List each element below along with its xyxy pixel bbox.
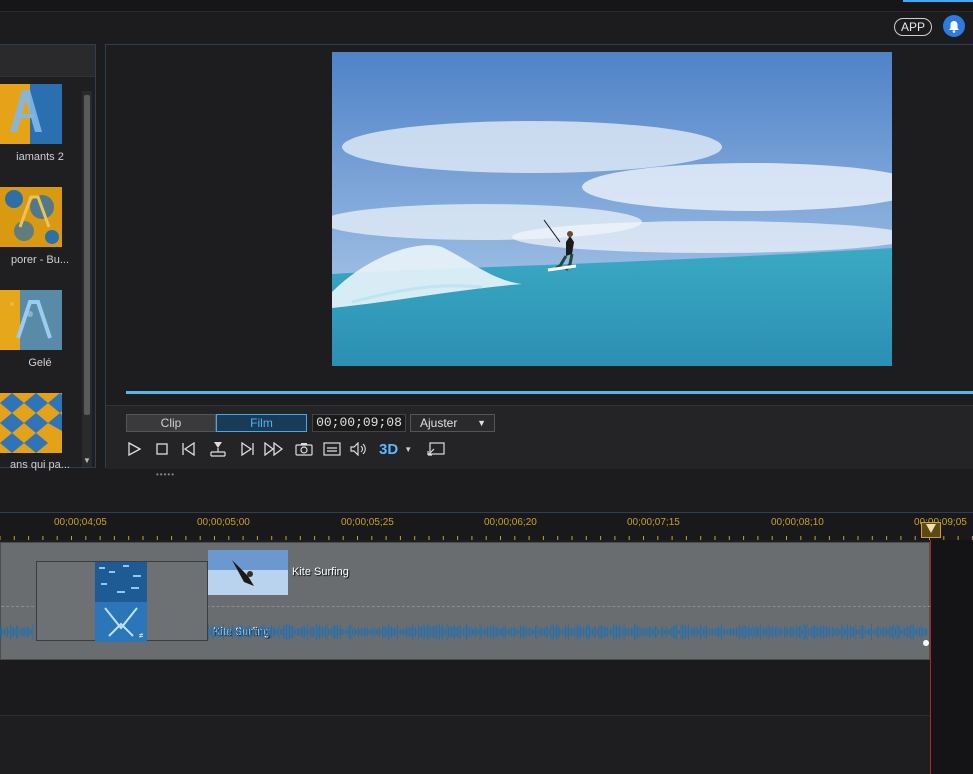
scroll-down-icon[interactable]: ▼	[83, 456, 91, 465]
video-preview	[332, 52, 892, 366]
video-clip-thumbnail[interactable]	[208, 550, 288, 595]
playback-controls: Clip Film 00;00;09;08 Ajuster ▼ 3D ▼	[106, 405, 973, 469]
panel-resize-handle[interactable]: •••••	[156, 470, 175, 479]
chevron-down-icon: ▼	[477, 418, 486, 428]
empty-track	[0, 660, 973, 716]
fast-forward-icon[interactable]	[263, 438, 285, 460]
library-thumb-1[interactable]	[0, 84, 62, 144]
ruler-tick-label: 00;00;08;10	[771, 517, 824, 528]
snapshot-icon[interactable]	[293, 438, 315, 460]
clip-end-handle[interactable]	[922, 639, 930, 647]
next-frame-icon[interactable]	[235, 438, 257, 460]
playhead-line	[930, 540, 931, 774]
library-item-label: ans qui pa...	[10, 459, 70, 471]
preview-panel: Clip Film 00;00;09;08 Ajuster ▼ 3D ▼	[105, 44, 973, 469]
app-button[interactable]: APP	[894, 18, 932, 36]
library-item-label: iamants 2	[16, 151, 64, 163]
video-clip-label: Kite Surfing	[292, 566, 349, 578]
play-icon[interactable]	[123, 438, 145, 460]
bell-icon[interactable]	[943, 15, 965, 37]
undock-icon[interactable]	[425, 438, 447, 460]
library-thumb-3[interactable]	[0, 290, 62, 350]
fit-dropdown-label: Ajuster	[420, 416, 458, 430]
library-panel: iamants 2 porer - Bu... Gelé ans qui pa.…	[0, 44, 96, 471]
3d-label: 3D	[379, 440, 399, 458]
ruler-tick-label: 00;00;06;20	[484, 517, 537, 528]
chevron-down-icon[interactable]: ▼	[404, 445, 412, 454]
fit-dropdown[interactable]: Ajuster ▼	[410, 414, 495, 432]
ruler-tick-label: 00;00;05;00	[197, 517, 250, 528]
library-item-label: Gelé	[28, 357, 52, 369]
subtitles-icon[interactable]	[321, 438, 343, 460]
ruler-tick-label: 00;00;07;15	[627, 517, 680, 528]
split-icon[interactable]	[207, 438, 229, 460]
ruler-tick-label: 00;00;05;25	[341, 517, 394, 528]
waveform-path	[0, 624, 928, 640]
library-thumb-4[interactable]	[0, 393, 62, 453]
library-scrollbar[interactable]: ▼	[82, 91, 92, 467]
stop-icon[interactable]	[151, 438, 173, 460]
title-bar	[0, 0, 973, 12]
library-thumb-2[interactable]	[0, 187, 62, 247]
ruler-tick-label: 00;00;04;05	[54, 517, 107, 528]
timecode-display[interactable]: 00;00;09;08	[312, 414, 406, 432]
timeline-tracks: ≠ Kite Surfing Kite Surfing	[0, 540, 973, 774]
volume-icon[interactable]	[348, 438, 370, 460]
clip-mode-tab[interactable]: Clip	[126, 414, 216, 432]
library-item-label: porer - Bu...	[10, 254, 70, 266]
timeline-ruler[interactable]: 00;00;04;05 00;00;05;00 00;00;05;25 00;0…	[0, 512, 973, 540]
audio-waveform[interactable]	[0, 618, 928, 646]
timeline-end-area	[930, 540, 973, 774]
film-mode-tab[interactable]: Film	[216, 414, 307, 432]
scrollbar-thumb[interactable]	[84, 95, 90, 415]
playhead-handle[interactable]	[921, 522, 941, 538]
library-header	[0, 45, 95, 77]
prev-frame-icon[interactable]	[179, 438, 201, 460]
ruler-tick-marks	[0, 536, 973, 540]
active-accent	[903, 0, 973, 2]
playback-progress-bar[interactable]	[126, 391, 973, 394]
3d-icon[interactable]: 3D ▼	[379, 438, 413, 460]
